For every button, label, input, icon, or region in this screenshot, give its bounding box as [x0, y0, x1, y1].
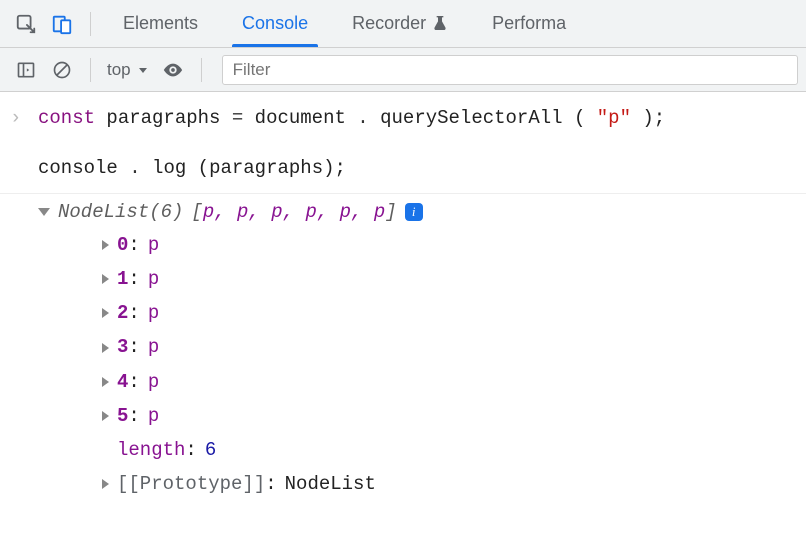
tree-item[interactable]: 0: p	[102, 228, 796, 262]
clear-console-icon[interactable]	[44, 52, 80, 88]
subtoolbar-separator-2	[201, 58, 202, 82]
tree-item[interactable]: 1: p	[102, 262, 796, 296]
info-badge-icon[interactable]: i	[405, 203, 423, 221]
device-toolbar-icon[interactable]	[44, 6, 80, 42]
tree-item[interactable]: 5: p	[102, 399, 796, 433]
expand-arrow-down-icon[interactable]	[38, 208, 50, 216]
tree-item-length: length: 6	[102, 433, 796, 467]
devtools-top-toolbar: Elements Console Recorder Performa	[0, 0, 806, 48]
expand-arrow-right-icon[interactable]	[102, 308, 109, 318]
expand-arrow-right-icon[interactable]	[102, 479, 109, 489]
expand-arrow-right-icon[interactable]	[102, 343, 109, 353]
tab-console[interactable]: Console	[220, 0, 330, 47]
nodelist-summary[interactable]: NodeList(6) [p, p, p, p, p, p] i	[38, 196, 796, 228]
expand-arrow-right-icon[interactable]	[102, 377, 109, 387]
console-code-line-1: const paragraphs = document . querySelec…	[38, 102, 796, 134]
execution-context-select[interactable]: top	[101, 60, 155, 80]
flask-icon	[432, 15, 448, 33]
console-result-row[interactable]: NodeList(6) [p, p, p, p, p, p] i 0: p 1:…	[0, 193, 806, 506]
console-code-line-2: console . log (paragraphs);	[38, 152, 796, 184]
input-prompt-icon: ›	[10, 102, 38, 134]
tree-item-prototype[interactable]: [[Prototype]]: NodeList	[102, 467, 796, 501]
console-sidebar-toggle-icon[interactable]	[8, 52, 44, 88]
console-output: › const paragraphs = document . querySel…	[0, 92, 806, 505]
chevron-down-icon	[137, 64, 149, 76]
expand-arrow-right-icon[interactable]	[102, 274, 109, 284]
toolbar-separator	[90, 12, 91, 36]
expand-arrow-right-icon[interactable]	[102, 240, 109, 250]
tab-performance[interactable]: Performa	[470, 0, 588, 47]
tree-item[interactable]: 3: p	[102, 330, 796, 364]
subtoolbar-separator-1	[90, 58, 91, 82]
tab-recorder[interactable]: Recorder	[330, 0, 470, 47]
tree-item[interactable]: 2: p	[102, 296, 796, 330]
tab-elements[interactable]: Elements	[101, 0, 220, 47]
console-subtoolbar: top	[0, 48, 806, 92]
console-input-row-2: console . log (paragraphs);	[0, 138, 806, 188]
expand-arrow-right-icon[interactable]	[102, 411, 109, 421]
devtools-tabs: Elements Console Recorder Performa	[101, 0, 588, 47]
console-filter-input[interactable]	[222, 55, 798, 85]
live-expression-icon[interactable]	[155, 52, 191, 88]
console-input-row[interactable]: › const paragraphs = document . querySel…	[0, 98, 806, 138]
nodelist-tree: 0: p 1: p 2: p 3: p	[38, 228, 796, 502]
tree-item[interactable]: 4: p	[102, 365, 796, 399]
inspect-element-icon[interactable]	[8, 6, 44, 42]
